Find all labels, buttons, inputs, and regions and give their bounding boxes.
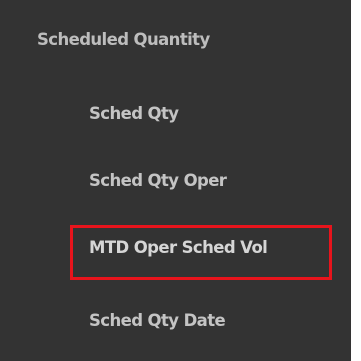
menu-item-sched-qty[interactable]: Sched Qty: [0, 79, 351, 149]
section-header-scheduled-quantity[interactable]: Scheduled Quantity: [0, 0, 351, 80]
right-margin: [351, 0, 361, 361]
menu-panel: Scheduled Quantity Sched Qty Sched Qty O…: [0, 0, 351, 361]
menu-item-mtd-oper-sched-vol[interactable]: MTD Oper Sched Vol: [0, 213, 351, 283]
menu-item-sched-qty-oper[interactable]: Sched Qty Oper: [0, 146, 351, 216]
menu-item-sched-qty-date[interactable]: Sched Qty Date: [0, 286, 351, 356]
